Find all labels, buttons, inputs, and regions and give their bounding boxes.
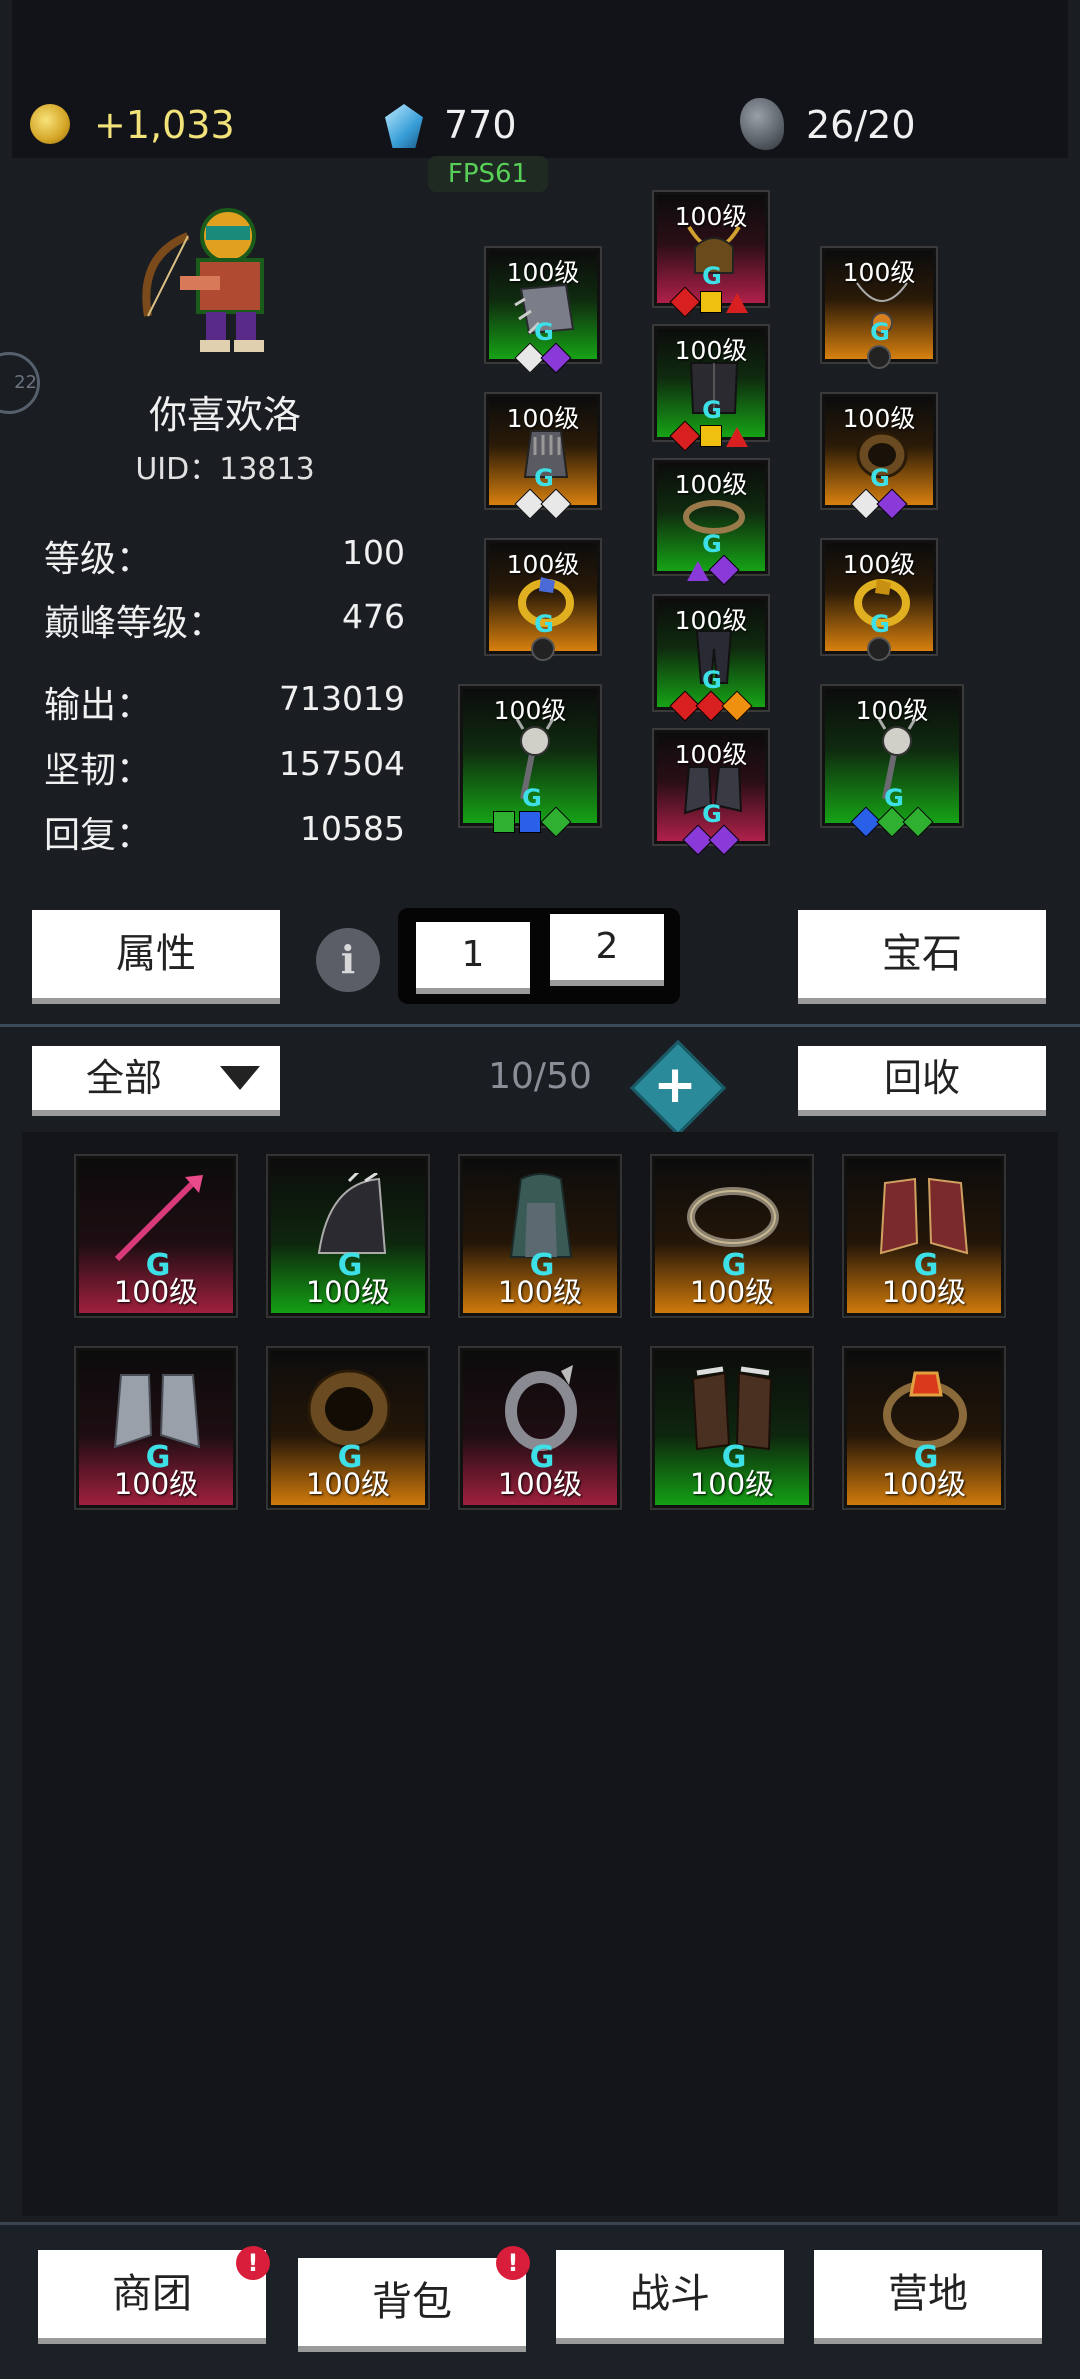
stat-value-recovery: 10585 [300, 809, 405, 848]
diamond-amount: 770 [444, 103, 517, 147]
bag-capacity: 10/50 [488, 1056, 592, 1097]
inventory-item[interactable]: G 100级 [76, 1348, 236, 1508]
inventory-item[interactable]: G 100级 [652, 1348, 812, 1508]
socket-gems [489, 488, 597, 520]
equip-slot-bracer[interactable]: 100级 G [486, 248, 600, 374]
nav-bag-button[interactable]: 背包 [298, 2258, 526, 2346]
nav-camp-button[interactable]: 营地 [814, 2250, 1042, 2338]
gems-button[interactable]: 宝石 [798, 910, 1046, 998]
inventory-item[interactable]: G 100级 [460, 1156, 620, 1316]
upgrade-g-icon: G [534, 464, 554, 492]
equipment-set-1-tab[interactable]: 1 [416, 922, 530, 988]
gold-coin-icon [30, 104, 70, 144]
nav-bag-alert-badge: ! [496, 2246, 530, 2280]
item-level: 100级 [305, 1467, 391, 1501]
equip-slot-armor[interactable]: 100级 G [654, 326, 768, 452]
equip-slot-gloves[interactable]: 100级 G [486, 394, 600, 520]
socket-gems [825, 488, 933, 520]
socket-gems [657, 690, 765, 722]
recycle-button[interactable]: 回收 [798, 1046, 1046, 1110]
item-level: 100级 [689, 1467, 775, 1501]
equip-slot-ring-left[interactable]: 100级 G [486, 540, 600, 661]
stat-value-level: 100 [342, 533, 405, 572]
chevron-down-icon [220, 1066, 260, 1090]
fps-counter: FPS61 [428, 156, 548, 192]
upgrade-g-icon: G [702, 800, 722, 828]
stat-label-toughness: 坚韧： [44, 750, 153, 791]
equip-slot-weapon-right[interactable]: 100级 G [822, 686, 962, 838]
stamina-amount: 26/20 [806, 103, 916, 147]
upgrade-g-icon: G [522, 784, 542, 812]
item-level: 100级 [113, 1275, 199, 1309]
equip-slot-weapon-left[interactable]: 100级 G [460, 686, 600, 838]
stat-value-peak-level: 476 [342, 597, 405, 636]
inventory-item[interactable]: G 100级 [268, 1156, 428, 1316]
upgrade-g-icon: G [702, 262, 722, 290]
item-level: 100级 [113, 1467, 199, 1501]
filter-dropdown[interactable]: 全部 [32, 1046, 280, 1110]
nav-guild-button[interactable]: 商团 [38, 2250, 266, 2338]
socket-gems [657, 420, 765, 452]
item-level: 100级 [881, 1467, 967, 1501]
upgrade-g-icon: G [702, 666, 722, 694]
item-level: 100级 [689, 1275, 775, 1309]
upgrade-g-icon: G [534, 318, 554, 346]
stat-label-peak-level: 巅峰等级： [44, 603, 225, 644]
item-level: 100级 [305, 1275, 391, 1309]
upgrade-g-icon: G [702, 396, 722, 424]
attributes-button[interactable]: 属性 [32, 910, 280, 998]
upgrade-g-icon: G [534, 610, 554, 638]
filter-label: 全部 [86, 1056, 163, 1100]
upgrade-g-icon: G [870, 318, 890, 346]
player-name: 你喜欢洛 [148, 393, 301, 437]
equip-slot-helmet[interactable]: 100级 G [654, 192, 768, 318]
info-icon[interactable]: i [316, 928, 380, 992]
socket-gems [825, 806, 959, 838]
stat-value-toughness: 157504 [279, 744, 405, 783]
inventory-item[interactable]: G 100级 [268, 1348, 428, 1508]
socket-gems [825, 637, 933, 661]
player-uid: UID：13813 [135, 452, 315, 487]
equipment-set-2-tab[interactable]: 2 [550, 914, 664, 980]
nav-guild-alert-badge: ! [236, 2246, 270, 2280]
stat-label-recovery: 回复： [44, 815, 153, 856]
section-divider [0, 1024, 1080, 1027]
item-level: 100级 [497, 1275, 583, 1309]
socket-gems [657, 824, 765, 856]
equip-slot-bracelet[interactable]: 100级 G [822, 394, 936, 520]
item-level: 100级 [881, 1275, 967, 1309]
socket-gems [489, 342, 597, 374]
equip-slot-necklace[interactable]: 100级 G [822, 248, 936, 369]
equip-slot-belt[interactable]: 100级 G [654, 460, 768, 586]
socket-gems [657, 286, 765, 318]
nav-battle-button[interactable]: 战斗 [556, 2250, 784, 2338]
gold-amount: +1,033 [94, 103, 235, 147]
equip-slot-ring-right[interactable]: 100级 G [822, 540, 936, 661]
upgrade-g-icon: G [870, 610, 890, 638]
socket-gems [463, 806, 597, 838]
equip-slot-boots[interactable]: 100级 G [654, 730, 768, 856]
inventory-item[interactable]: G 100级 [652, 1156, 812, 1316]
inventory-item[interactable]: G 100级 [460, 1348, 620, 1508]
stat-label-level: 等级： [44, 539, 153, 580]
socket-gems [825, 345, 933, 369]
socket-gems [657, 554, 765, 586]
expand-bag-button[interactable]: + [629, 1039, 727, 1137]
socket-gems [489, 637, 597, 661]
upgrade-g-icon: G [702, 530, 722, 558]
inventory-item[interactable]: G 100级 [76, 1156, 236, 1316]
inventory-item[interactable]: G 100级 [844, 1348, 1004, 1508]
inventory-item[interactable]: G 100级 [844, 1156, 1004, 1316]
stat-value-output: 713019 [279, 679, 405, 718]
character-avatar [142, 208, 264, 352]
upgrade-g-icon: G [884, 784, 904, 812]
stat-label-output: 输出： [44, 685, 153, 726]
item-level: 100级 [497, 1467, 583, 1501]
upgrade-g-icon: G [870, 464, 890, 492]
equip-slot-pants[interactable]: 100级 G [654, 596, 768, 722]
